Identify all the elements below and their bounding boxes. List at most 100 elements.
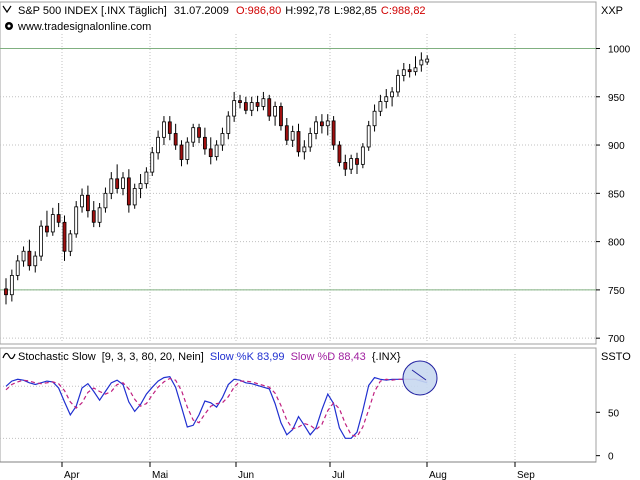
candle: [80, 188, 84, 213]
candle: [302, 140, 307, 160]
candle: [372, 104, 377, 132]
candle-body: [390, 91, 395, 98]
candle-body: [56, 214, 61, 223]
candle: [232, 91, 237, 122]
candle: [9, 269, 14, 302]
price-panel-frame: [0, 1, 597, 345]
candle-body: [150, 152, 155, 173]
x-tick-label: Jul: [332, 470, 345, 480]
x-tick-label: Sep: [517, 470, 535, 480]
candle: [33, 251, 38, 273]
candle: [220, 127, 225, 151]
collapse-icon[interactable]: [2, 5, 12, 14]
candle: [355, 152, 359, 175]
candle-body: [97, 207, 102, 223]
candle-body: [4, 288, 8, 296]
indicator-header: Stochastic Slow [9, 3, 3, 80, 20, Nein] …: [18, 351, 401, 363]
x-tick-label: Jun: [238, 470, 254, 480]
candle-body: [349, 158, 354, 170]
candle-body: [202, 136, 207, 150]
candle-body: [126, 177, 131, 206]
price-axis-code: XXP: [601, 5, 623, 17]
candle-body: [208, 148, 213, 158]
candle-body: [33, 255, 38, 267]
info-icon: [5, 22, 13, 30]
x-tick-label: Aug: [429, 470, 447, 480]
candle: [396, 69, 400, 97]
oscillator-y-axis: 0 50: [596, 408, 620, 463]
candle-body: [74, 206, 79, 235]
candlestick-series: [4, 52, 430, 305]
candle-body: [132, 188, 137, 206]
price-y-axis: 700 750 800 850 900 950 1000: [596, 44, 631, 345]
header-title: S&P 500 INDEX [.INX Täglich] 31.07.2009 …: [18, 5, 426, 17]
candle: [121, 172, 125, 196]
candle: [138, 174, 143, 199]
candle-body: [39, 225, 43, 257]
candle: [314, 116, 318, 140]
candle-body: [337, 144, 342, 163]
candle-body: [284, 125, 289, 141]
candle: [202, 127, 207, 155]
candle: [366, 120, 371, 151]
candle-body: [21, 250, 26, 262]
candle: [144, 167, 149, 189]
candle-body: [401, 69, 406, 76]
candle-body: [197, 127, 201, 138]
candle: [378, 94, 383, 117]
candle: [255, 95, 260, 112]
candle: [273, 101, 278, 126]
candle: [401, 62, 406, 82]
candle: [74, 201, 79, 238]
candle-body: [384, 96, 389, 102]
candle-body: [179, 144, 184, 160]
candle-body: [27, 250, 32, 267]
candle-body: [360, 146, 365, 165]
candle: [126, 169, 131, 213]
current-value-circle-icon: [402, 360, 438, 396]
candle-body: [319, 121, 324, 127]
price-y-tick-label: 900: [608, 141, 625, 152]
candle: [173, 123, 178, 150]
candle-body: [109, 178, 114, 194]
candle: [97, 202, 102, 228]
candle-body: [378, 101, 383, 112]
oscillator-axis-code: SSTO: [601, 351, 631, 363]
candle-body: [273, 106, 278, 117]
candle: [331, 116, 336, 150]
candle: [56, 202, 61, 228]
candle-body: [407, 69, 412, 73]
candle-body: [296, 131, 301, 153]
candle: [325, 114, 330, 136]
candle: [15, 255, 20, 281]
candle-body: [232, 100, 237, 117]
candle-body: [115, 178, 120, 189]
candle-body: [173, 133, 178, 146]
candle-body: [214, 144, 219, 158]
candle: [425, 55, 430, 65]
candle: [50, 207, 55, 236]
candle: [86, 185, 90, 218]
candle: [279, 102, 283, 131]
price-y-tick-label: 1000: [608, 44, 631, 55]
candle-body: [396, 75, 400, 93]
candle-body: [325, 120, 330, 127]
candle-body: [80, 194, 84, 208]
x-tick-label: Mai: [152, 470, 168, 480]
candle-body: [419, 59, 424, 66]
candle: [384, 89, 389, 109]
candle-body: [238, 100, 242, 103]
candle-body: [45, 225, 49, 233]
candle: [115, 164, 120, 194]
candle-body: [290, 131, 295, 141]
candle: [103, 187, 108, 213]
price-grid: [0, 34, 596, 343]
time-x-axis: Apr Mai Jun Jul Aug Sep: [0, 461, 596, 480]
candle: [179, 140, 184, 167]
candle: [413, 56, 418, 76]
candle: [21, 246, 26, 267]
candle: [360, 143, 365, 169]
price-y-tick-label: 700: [608, 334, 625, 345]
candle: [296, 123, 301, 157]
candle-body: [355, 158, 359, 165]
